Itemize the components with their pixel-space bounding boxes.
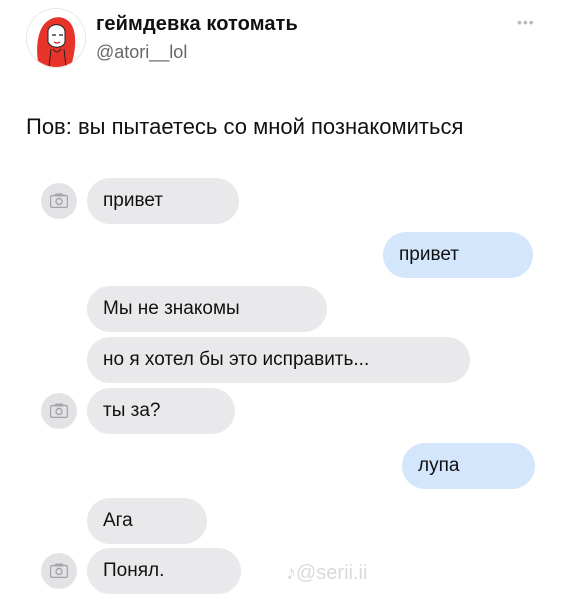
author-name[interactable]: геймдевка котомать: [96, 13, 298, 36]
author-handle[interactable]: @atori__lol: [96, 42, 187, 63]
avatar[interactable]: [26, 8, 86, 68]
chat-message-incoming: Мы не знакомы: [87, 286, 327, 332]
chat-message-incoming: ты за?: [87, 388, 235, 434]
camera-icon[interactable]: [41, 553, 77, 589]
more-dots-icon[interactable]: •••: [517, 14, 535, 30]
chat-message-incoming: Ага: [87, 498, 207, 544]
camera-icon[interactable]: [41, 183, 77, 219]
watermark: ♪@serii.ii: [286, 562, 368, 584]
chat-message-incoming: Понял.: [87, 548, 241, 594]
chat-message-outgoing: привет: [383, 232, 533, 278]
chat-message-incoming: но я хотел бы это исправить...: [87, 337, 470, 383]
chat-message-outgoing: лупа: [402, 443, 535, 489]
tweet-header: геймдевка котомать @atori__lol •••: [0, 0, 574, 80]
chat-message-incoming: привет: [87, 178, 239, 224]
tweet-text: Пов: вы пытаетесь со мной познакомиться: [26, 114, 464, 139]
red-haired-woman-avatar-icon: [37, 17, 76, 67]
camera-icon[interactable]: [41, 393, 77, 429]
